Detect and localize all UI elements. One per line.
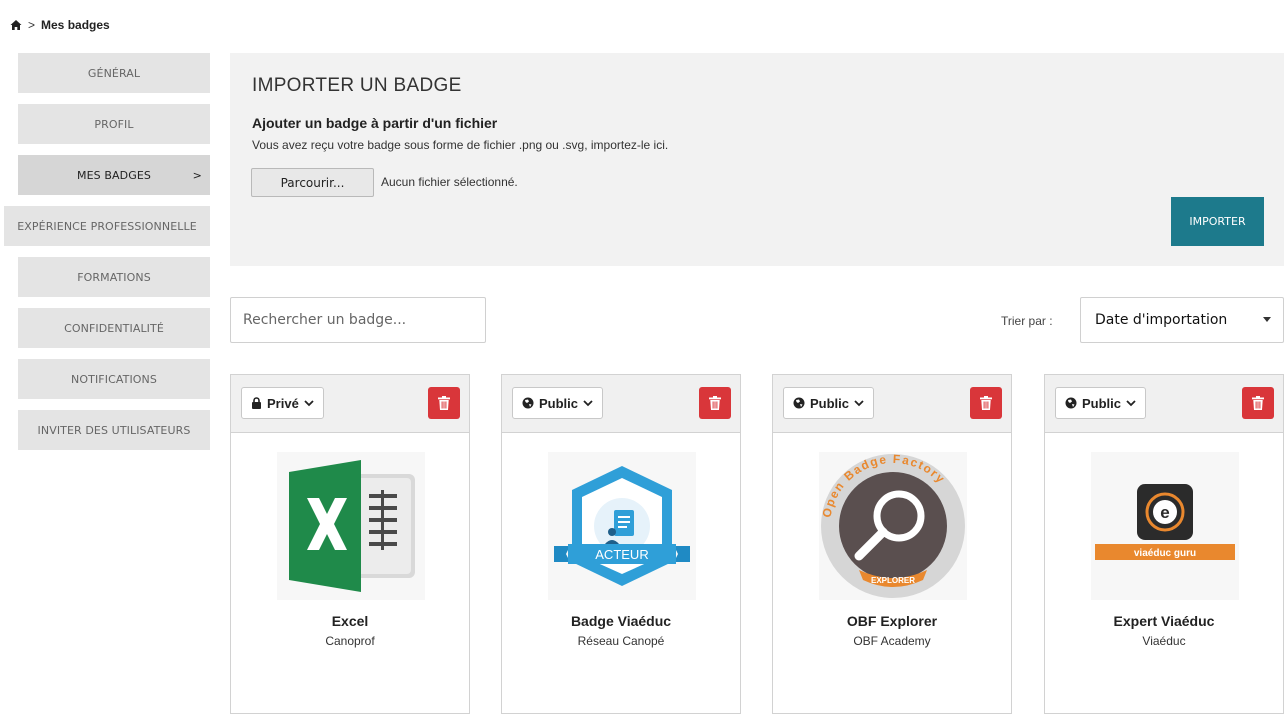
trash-icon [1252,396,1264,410]
svg-text:e: e [1160,503,1169,522]
badge-card: Privé Excel Canoprof [230,374,470,714]
breadcrumb: > Mes badges [10,18,110,32]
excel-badge-image[interactable] [277,452,425,600]
breadcrumb-current: Mes badges [41,18,110,32]
badge-issuer: Réseau Canopé [577,634,665,648]
badge-card-header: Public [1045,375,1283,433]
badge-name[interactable]: Badge Viaéduc [502,613,740,629]
home-icon[interactable] [10,19,22,31]
delete-button[interactable] [970,387,1002,419]
import-description: Vous avez reçu votre badge sous forme de… [252,138,669,152]
badge-name[interactable]: Expert Viaéduc [1045,613,1283,629]
visibility-dropdown[interactable]: Public [512,387,604,419]
badge-card: Public e viaéduc guru Expert Viaéduc Via… [1044,374,1284,714]
trash-icon [980,396,992,410]
badge-card: Public Open Badge Factory EXPLORER OBF E… [772,374,1012,714]
visibility-label: Public [810,395,850,411]
sort-select[interactable]: Date d'importation [1080,297,1284,343]
chevron-down-icon [854,399,864,406]
globe-icon [1065,397,1077,409]
sidebar-item-label: MES BADGES [77,168,151,182]
sidebar: GÉNÉRAL PROFIL MES BADGES > EXPÉRIENCE PR… [4,53,210,461]
obf-explorer-badge-text: EXPLORER [871,576,915,585]
breadcrumb-separator: > [28,18,36,32]
badge-issuer: Canoprof [325,634,375,648]
sidebar-item-label: EXPÉRIENCE PROFESSIONNELLE [17,219,197,233]
sidebar-item-confidentialite[interactable]: CONFIDENTIALITÉ [18,308,210,348]
sidebar-item-label: PROFIL [94,117,134,131]
badge-issuer: OBF Academy [853,634,931,648]
sidebar-item-label: INVITER DES UTILISATEURS [37,423,191,437]
viaeduc-guru-badge-image[interactable]: e viaéduc guru [1091,452,1239,600]
badge-card: Public ACTEUR Badge Viaéduc Réseau Canop… [501,374,741,714]
caret-down-icon [1263,317,1271,322]
sidebar-item-label: NOTIFICATIONS [71,372,157,386]
sidebar-item-experience[interactable]: EXPÉRIENCE PROFESSIONNELLE [4,206,210,246]
visibility-dropdown[interactable]: Privé [241,387,324,419]
chevron-down-icon [583,399,593,406]
import-panel: IMPORTER UN BADGE Ajouter un badge à par… [230,53,1284,266]
sort-selected-value: Date d'importation [1095,312,1228,328]
acteur-badge-text: ACTEUR [595,547,648,562]
chevron-down-icon [1126,399,1136,406]
sidebar-item-notifications[interactable]: NOTIFICATIONS [18,359,210,399]
sidebar-item-label: FORMATIONS [77,270,151,284]
browse-button[interactable]: Parcourir... [251,168,374,197]
chevron-right-icon: > [192,168,202,182]
delete-button[interactable] [428,387,460,419]
sidebar-item-profil[interactable]: PROFIL [18,104,210,144]
obf-explorer-badge-image[interactable]: Open Badge Factory EXPLORER [819,452,967,600]
visibility-label: Public [539,395,579,411]
chevron-down-icon [304,399,314,406]
badge-card-header: Public [773,375,1011,433]
sidebar-item-mes-badges[interactable]: MES BADGES > [18,155,210,195]
sidebar-item-inviter[interactable]: INVITER DES UTILISATEURS [18,410,210,450]
delete-button[interactable] [1242,387,1274,419]
search-input[interactable] [230,297,486,343]
viaeduc-guru-badge-text: viaéduc guru [1134,548,1196,559]
badge-name[interactable]: OBF Explorer [773,613,1011,629]
badge-issuer: Viaéduc [1142,634,1186,648]
sidebar-item-label: GÉNÉRAL [87,66,141,80]
visibility-label: Public [1082,395,1122,411]
import-title: IMPORTER UN BADGE [252,75,462,96]
trash-icon [709,396,721,410]
sidebar-item-general[interactable]: GÉNÉRAL [18,53,210,93]
sidebar-item-label: CONFIDENTIALITÉ [64,321,164,335]
lock-icon [252,397,261,409]
acteur-badge-image[interactable]: ACTEUR [548,452,696,600]
visibility-dropdown[interactable]: Public [1055,387,1147,419]
visibility-dropdown[interactable]: Public [783,387,875,419]
sort-label: Trier par : [1001,314,1053,328]
import-button[interactable]: IMPORTER [1171,197,1264,246]
import-subtitle: Ajouter un badge à partir d'un fichier [252,115,498,131]
globe-icon [522,397,534,409]
badge-name[interactable]: Excel [231,613,469,629]
sidebar-item-formations[interactable]: FORMATIONS [18,257,210,297]
badge-card-header: Privé [231,375,469,433]
file-status: Aucun fichier sélectionné. [381,175,518,189]
trash-icon [438,396,450,410]
visibility-label: Privé [267,395,299,411]
delete-button[interactable] [699,387,731,419]
badge-card-header: Public [502,375,740,433]
globe-icon [793,397,805,409]
